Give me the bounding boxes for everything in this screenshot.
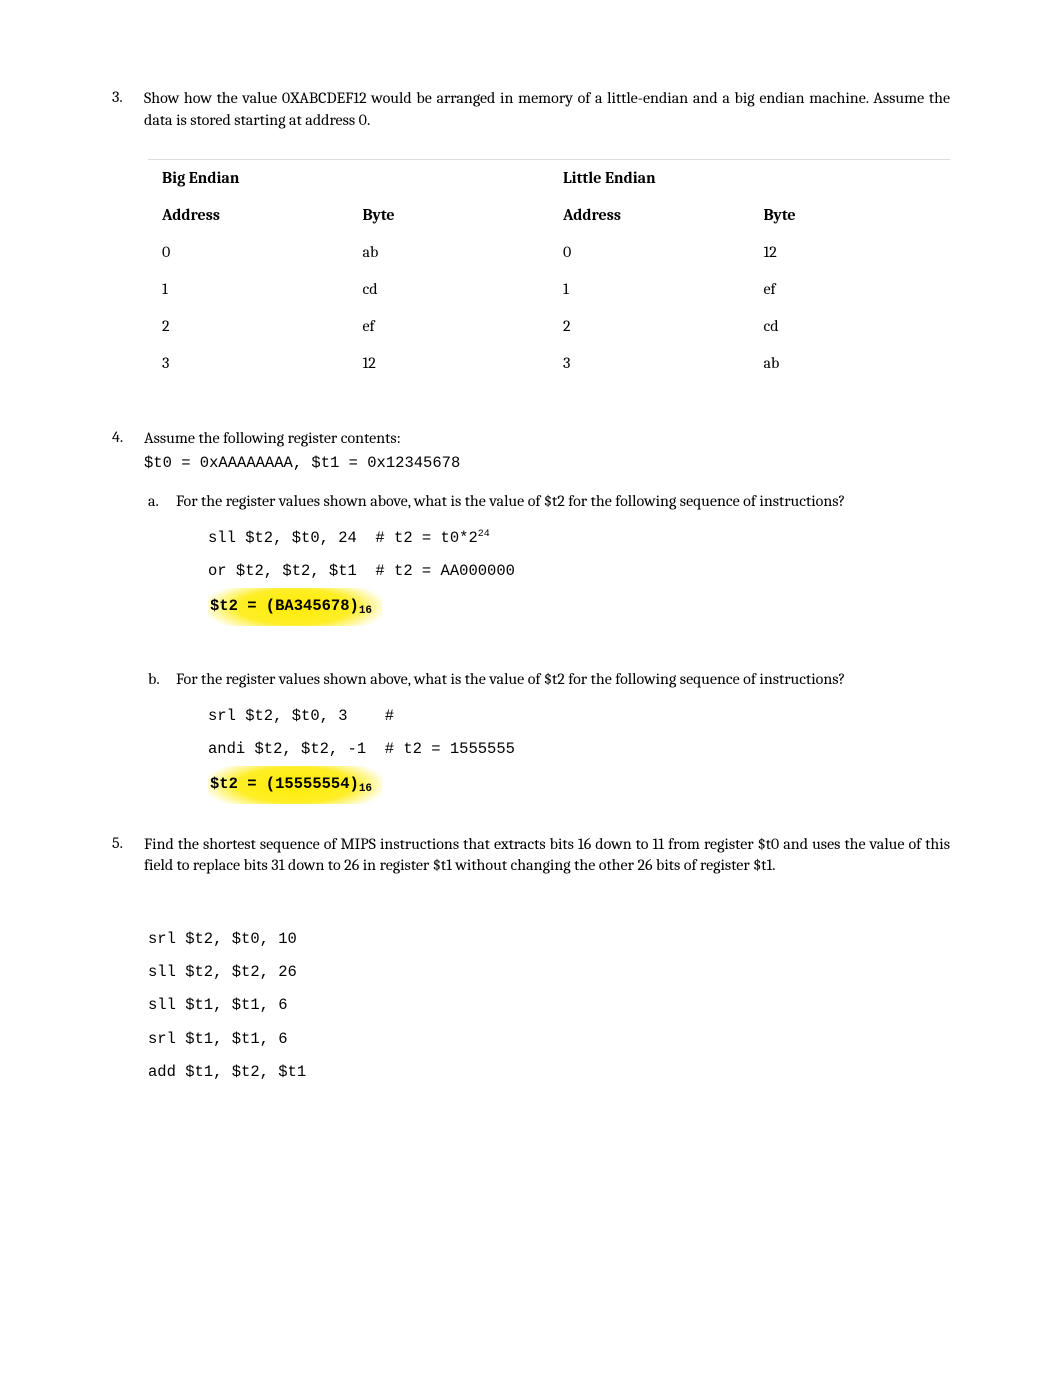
- sub-question-b: b. For the register values shown above, …: [148, 670, 950, 688]
- code-line: srl $t2, $t0, 3 #: [208, 707, 394, 725]
- sub-text: For the register values shown above, wha…: [176, 492, 950, 510]
- question-4: 4. Assume the following register content…: [112, 428, 950, 450]
- cell-byte: 12: [349, 345, 550, 382]
- q4b: b. For the register values shown above, …: [148, 670, 950, 804]
- sub-text: For the register values shown above, wha…: [176, 670, 950, 688]
- question-3: 3. Show how the value 0XABCDEF12 would b…: [112, 88, 950, 131]
- answer-text: $t2 = (15555554): [210, 775, 359, 793]
- code-line: sll $t2, $t0, 24 # t2 = t0*2: [208, 529, 478, 547]
- answer-base: 16: [359, 783, 372, 795]
- register-values: $t0 = 0xAAAAAAAA, $t1 = 0x12345678: [144, 454, 950, 472]
- sub-letter: b.: [148, 670, 176, 688]
- cell-addr: 0: [148, 234, 349, 271]
- table-row: 2 ef 2 cd: [148, 308, 950, 345]
- cell-addr: 3: [148, 345, 349, 382]
- question-text: Show how the value 0XABCDEF12 would be a…: [144, 88, 950, 131]
- endian-table: Big Endian Little Endian Address Byte Ad…: [148, 159, 950, 382]
- col-spacer: [349, 160, 550, 197]
- question-5: 5. Find the shortest sequence of MIPS in…: [112, 834, 950, 877]
- col-byte: Byte: [750, 197, 951, 234]
- question-intro: Assume the following register contents:: [144, 428, 950, 450]
- q4a-code: sll $t2, $t0, 24 # t2 = t0*224 or $t2, $…: [208, 522, 950, 626]
- col-little-endian: Little Endian: [549, 160, 750, 197]
- table-row: 1 cd 1 ef: [148, 271, 950, 308]
- cell-addr: 3: [549, 345, 750, 382]
- table-row: 0 ab 0 12: [148, 234, 950, 271]
- col-big-endian: Big Endian: [148, 160, 349, 197]
- table-row: 3 12 3 ab: [148, 345, 950, 382]
- page-content: 3. Show how the value 0XABCDEF12 would b…: [0, 0, 1062, 1169]
- q4b-code: srl $t2, $t0, 3 # andi $t2, $t2, -1 # t2…: [208, 700, 950, 804]
- table-header-row-1: Big Endian Little Endian: [148, 160, 950, 197]
- question-number: 5.: [112, 834, 144, 877]
- cell-addr: 1: [148, 271, 349, 308]
- answer-text: $t2 = (BA345678): [210, 597, 359, 615]
- col-address: Address: [148, 197, 349, 234]
- q5-code: srl $t2, $t0, 10 sll $t2, $t2, 26 sll $t…: [148, 923, 950, 1090]
- cell-addr: 0: [549, 234, 750, 271]
- sub-letter: a.: [148, 492, 176, 510]
- answer-base: 16: [359, 605, 372, 617]
- cell-byte: cd: [750, 308, 951, 345]
- sub-question-a: a. For the register values shown above, …: [148, 492, 950, 510]
- answer-highlight: $t2 = (BA345678)16: [208, 588, 382, 625]
- q4a: a. For the register values shown above, …: [148, 492, 950, 626]
- code-line: andi $t2, $t2, -1 # t2 = 1555555: [208, 740, 515, 758]
- col-byte: Byte: [349, 197, 550, 234]
- exponent: 24: [478, 529, 490, 540]
- cell-addr: 2: [148, 308, 349, 345]
- table-header-row-2: Address Byte Address Byte: [148, 197, 950, 234]
- col-spacer: [750, 160, 951, 197]
- cell-byte: ab: [349, 234, 550, 271]
- q5-code-wrap: srl $t2, $t0, 10 sll $t2, $t2, 26 sll $t…: [148, 923, 950, 1090]
- question-number: 4.: [112, 428, 144, 450]
- cell-byte: ab: [750, 345, 951, 382]
- answer-highlight: $t2 = (15555554)16: [208, 766, 382, 803]
- question-text: Find the shortest sequence of MIPS instr…: [144, 834, 950, 877]
- cell-byte: cd: [349, 271, 550, 308]
- question-number: 3.: [112, 88, 144, 131]
- cell-byte: ef: [349, 308, 550, 345]
- col-address: Address: [549, 197, 750, 234]
- cell-byte: ef: [750, 271, 951, 308]
- cell-addr: 2: [549, 308, 750, 345]
- code-line: or $t2, $t2, $t1 # t2 = AA000000: [208, 562, 515, 580]
- q3-table-wrap: Big Endian Little Endian Address Byte Ad…: [148, 159, 950, 382]
- cell-addr: 1: [549, 271, 750, 308]
- cell-byte: 12: [750, 234, 951, 271]
